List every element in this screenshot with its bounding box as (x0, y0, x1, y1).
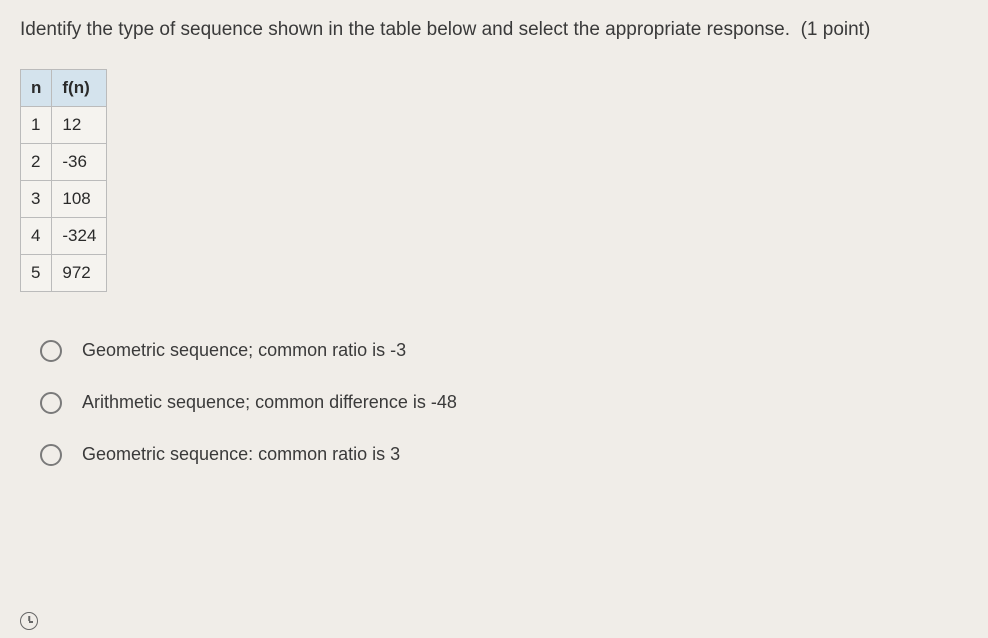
table-row: 2 -36 (21, 143, 107, 180)
option-geometric-neg3[interactable]: Geometric sequence; common ratio is -3 (40, 340, 968, 362)
cell-fn: -324 (52, 217, 107, 254)
cell-n: 2 (21, 143, 52, 180)
cell-fn: 108 (52, 180, 107, 217)
table-row: 3 108 (21, 180, 107, 217)
option-label: Geometric sequence; common ratio is -3 (82, 340, 406, 361)
cell-n: 1 (21, 106, 52, 143)
cell-n: 3 (21, 180, 52, 217)
question-text: Identify the type of sequence shown in t… (20, 19, 790, 40)
table-header-n: n (21, 69, 52, 106)
clock-icon[interactable] (20, 612, 38, 630)
table-row: 1 12 (21, 106, 107, 143)
table-row: 5 972 (21, 254, 107, 291)
table-header-fn: f(n) (52, 69, 107, 106)
cell-fn: 12 (52, 106, 107, 143)
radio-icon (40, 340, 62, 362)
option-label: Arithmetic sequence; common difference i… (82, 392, 457, 413)
cell-fn: -36 (52, 143, 107, 180)
answer-options: Geometric sequence; common ratio is -3 A… (20, 340, 968, 466)
sequence-table: n f(n) 1 12 2 -36 3 108 4 -324 5 972 (20, 69, 107, 292)
cell-n: 4 (21, 217, 52, 254)
radio-icon (40, 392, 62, 414)
cell-fn: 972 (52, 254, 107, 291)
table-row: 4 -324 (21, 217, 107, 254)
points-label: (1 point) (801, 19, 871, 40)
option-geometric-3[interactable]: Geometric sequence: common ratio is 3 (40, 444, 968, 466)
cell-n: 5 (21, 254, 52, 291)
radio-icon (40, 444, 62, 466)
option-arithmetic-neg48[interactable]: Arithmetic sequence; common difference i… (40, 392, 968, 414)
option-label: Geometric sequence: common ratio is 3 (82, 444, 400, 465)
question-prompt: Identify the type of sequence shown in t… (20, 16, 968, 45)
table-header-row: n f(n) (21, 69, 107, 106)
